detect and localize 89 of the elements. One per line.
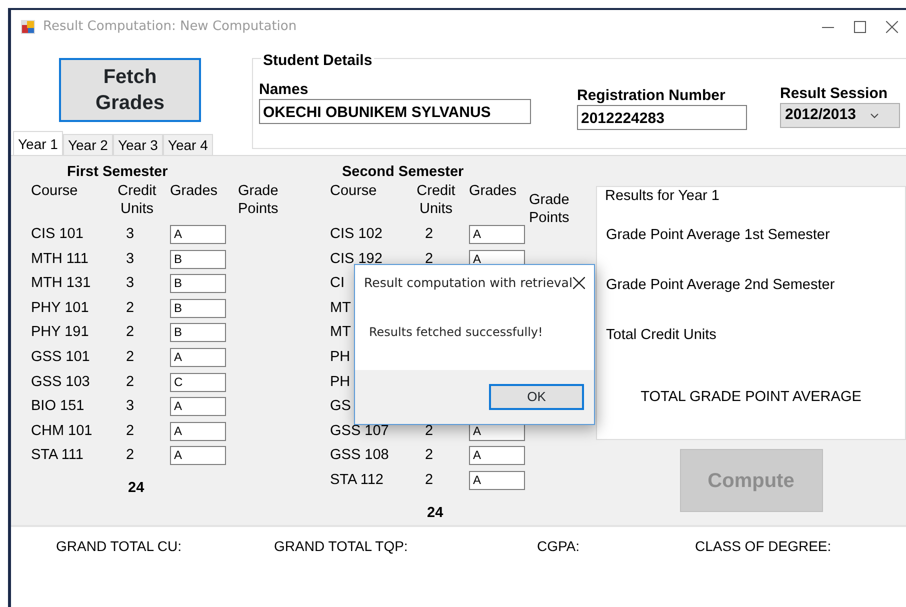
summary-label: CGPA: <box>537 538 580 554</box>
app-icon <box>21 20 35 34</box>
credit-total: 24 <box>128 478 146 498</box>
credit-units-cell-text: 3 <box>124 250 136 269</box>
tab[interactable]: Year 2 <box>62 134 113 155</box>
column-header: Grade Points <box>529 191 570 222</box>
credit-units-cell-text: 3 <box>124 397 136 416</box>
column-header: Grade Points <box>238 182 280 219</box>
close-icon[interactable] <box>573 277 585 289</box>
credit-total: 24 <box>427 504 444 523</box>
close-icon[interactable] <box>886 21 898 33</box>
credit-units-cell-text: 2 <box>124 422 136 441</box>
group-title: Results for Year 1 <box>605 187 720 205</box>
credit-units-cell-text: 3 <box>124 274 136 294</box>
window-title: Result Computation: New Computation <box>43 18 297 36</box>
course-code: PH <box>330 374 350 390</box>
semester-title: Second Semester <box>341 163 465 182</box>
course-code: PHY 191 <box>31 324 89 340</box>
credit-units-cell-text: 3 <box>124 225 136 244</box>
field-label: Result Session <box>780 85 889 103</box>
fetch-grades-button[interactable]: Fetch Grades <box>59 58 201 122</box>
course-code: STA 112 <box>330 472 384 488</box>
credit-units-cell-text: 2 <box>124 348 136 367</box>
result-label: Grade Point Average 1st Semester <box>606 226 831 245</box>
credit-units-cell-text: 2 <box>424 446 434 466</box>
dialog-title: Result computation with retrieval <box>364 274 572 292</box>
grade-field[interactable]: A <box>170 422 226 441</box>
tab[interactable]: Year 4 <box>162 134 213 155</box>
column-header: Grades <box>170 182 219 201</box>
grade-field[interactable]: B <box>170 323 226 342</box>
grade-field[interactable]: B <box>170 250 226 269</box>
semester-title: First Semester <box>66 163 169 182</box>
credit-units-cell-text: 2 <box>124 446 136 466</box>
column-header: Credit Units <box>116 182 158 219</box>
grade-field[interactable]: A <box>469 446 525 466</box>
credit-units-cell-text: 2 <box>424 250 434 269</box>
dialog-message: Results fetched successfully! <box>369 325 543 339</box>
course-code: CIS 102 <box>330 226 382 242</box>
grade-field[interactable]: C <box>170 372 226 392</box>
course-code: GS <box>330 398 351 414</box>
credit-units-cell-text: 2 <box>424 470 434 490</box>
summary-label: GRAND TOTAL TQP: <box>274 538 408 554</box>
registration-number-field[interactable]: 2012224283 <box>577 105 747 130</box>
course-code: MTH 131 <box>31 275 91 292</box>
caret-icon <box>870 112 879 118</box>
tab[interactable]: Year 1 <box>13 131 63 155</box>
summary-label: CLASS OF DEGREE: <box>695 538 832 554</box>
grade-field[interactable]: A <box>469 225 525 244</box>
ok-button[interactable]: OK <box>489 384 584 410</box>
course-code: CHM 101 <box>31 422 92 439</box>
maximize-icon[interactable] <box>854 21 866 33</box>
result-label: Total Credit Units <box>606 326 718 345</box>
course-code: GSS 103 <box>31 374 90 390</box>
grade-field[interactable]: B <box>170 298 226 318</box>
grade-field[interactable]: A <box>469 470 525 490</box>
column-header: Credit Units <box>416 182 456 219</box>
grade-field[interactable]: B <box>170 274 226 294</box>
course-code: MT <box>330 300 351 316</box>
column-header: Course <box>330 182 378 201</box>
credit-units-cell-text: 2 <box>424 422 434 441</box>
course-code: MTH 111 <box>31 250 88 267</box>
course-code: GSS 101 <box>31 348 90 365</box>
course-code: PH <box>330 348 350 365</box>
course-code: MT <box>330 324 351 340</box>
tab[interactable]: Year 3 <box>112 134 163 155</box>
credit-units-cell-text: 2 <box>424 225 434 244</box>
column-header: Course <box>31 182 79 201</box>
grade-field[interactable]: A <box>170 348 226 367</box>
course-code: GSS 108 <box>330 447 389 464</box>
course-code: STA 111 <box>31 447 84 464</box>
course-code: CI <box>330 275 344 292</box>
course-code: BIO 151 <box>31 398 84 414</box>
names-field[interactable]: OKECHI OBUNIKEM SYLVANUS <box>259 99 531 124</box>
grade-field[interactable]: A <box>170 397 226 416</box>
grade-field[interactable]: A <box>170 446 226 466</box>
course-code: CIS 101 <box>31 226 84 242</box>
course-code: PHY 101 <box>31 300 89 316</box>
field-label: Names <box>259 81 310 99</box>
course-code: CIS 192 <box>330 250 382 267</box>
summary-label: GRAND TOTAL CU: <box>56 538 182 554</box>
course-code: GSS 107 <box>330 422 389 439</box>
total-gpa-label: TOTAL GRADE POINT AVERAGE <box>640 388 862 407</box>
session-dropdown[interactable]: 2012/2013 <box>780 103 900 128</box>
credit-units-cell-text: 2 <box>124 323 136 342</box>
field-label: Registration Number <box>577 87 726 105</box>
credit-units-cell-text: 2 <box>124 372 136 392</box>
grade-field[interactable]: A <box>170 225 226 244</box>
result-label: Grade Point Average 2nd Semester <box>606 276 836 295</box>
credit-units-cell-text: 2 <box>124 298 136 318</box>
